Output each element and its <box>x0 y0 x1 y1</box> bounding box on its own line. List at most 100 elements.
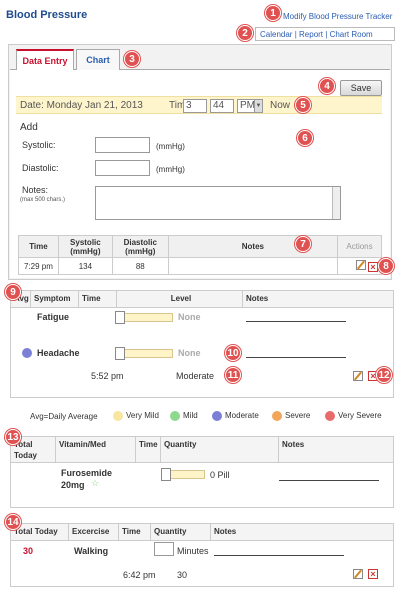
callout-badge-7: 7 <box>295 236 311 252</box>
edit-icon[interactable] <box>353 569 363 579</box>
col-symptom: Symptom <box>31 291 79 308</box>
headache-notes-field[interactable] <box>246 357 346 358</box>
tab-data-entry[interactable]: Data Entry <box>16 49 74 71</box>
callout-badge-12: 12 <box>376 367 392 383</box>
exercise-quantity-input[interactable] <box>154 542 174 556</box>
col-total-today: Total Today <box>11 524 69 541</box>
col-time: Time <box>136 437 161 463</box>
entry-systolic: 134 <box>57 257 113 275</box>
fatigue-notes-field[interactable] <box>246 321 346 322</box>
med-quantity-slider[interactable] <box>161 468 205 481</box>
systolic-input[interactable] <box>95 137 150 153</box>
entry-diastolic: 88 <box>111 257 169 275</box>
chart-room-link[interactable]: Chart Room <box>330 30 373 39</box>
top-nav: Calendar | Report | Chart Room <box>255 27 395 41</box>
nav-separator: | <box>325 30 328 39</box>
notes-textarea[interactable] <box>95 186 341 220</box>
col-time: Time <box>18 235 59 258</box>
delete-icon[interactable]: × <box>368 569 378 579</box>
now-link[interactable]: Now <box>270 100 290 111</box>
entry-notes <box>167 257 339 275</box>
meds-header-row: Total Today Vitamin/Med Time Quantity No… <box>11 437 393 463</box>
modify-tracker-link[interactable]: Modify Blood Pressure Tracker <box>283 12 392 21</box>
exercise-name: Walking <box>74 546 109 556</box>
callout-badge-3: 3 <box>124 51 140 67</box>
col-time: Time <box>119 524 151 541</box>
systolic-label: Systolic: <box>22 140 56 150</box>
col-notes: Notes <box>214 527 237 536</box>
symptom-headache: Headache <box>37 348 80 358</box>
col-quantity: Quantity <box>151 524 211 541</box>
legend-label: Very Severe <box>338 411 382 421</box>
exercise-unit: Minutes <box>177 546 209 556</box>
save-button[interactable]: Save <box>340 80 382 96</box>
headache-log-time: 5:52 pm <box>91 371 124 381</box>
med-quantity-text: 0 Pill <box>210 470 230 480</box>
callout-badge-11: 11 <box>225 367 241 383</box>
legend-mild: Mild <box>170 411 198 421</box>
symptom-fatigue: Fatigue <box>37 312 70 322</box>
delete-icon[interactable]: × <box>368 262 378 272</box>
avg-indicator-dot <box>22 348 32 358</box>
col-vitamin-med: Vitamin/Med <box>56 437 136 463</box>
slider-handle[interactable] <box>115 311 125 324</box>
legend-dot <box>212 411 222 421</box>
entry-actions: × <box>337 257 382 275</box>
exercise-total: 30 <box>23 546 34 556</box>
col-diastolic: Diastolic (mmHg) <box>111 235 169 258</box>
date-text: Date: Monday Jan 21, 2013 <box>20 100 143 111</box>
date-bar: Date: Monday Jan 21, 2013 Time: 3 44 PM … <box>16 96 382 114</box>
callout-badge-14: 14 <box>5 514 21 530</box>
legend-dot <box>325 411 335 421</box>
diastolic-input[interactable] <box>95 160 150 176</box>
legend-label: Mild <box>183 411 198 421</box>
tab-chart[interactable]: Chart <box>76 49 120 71</box>
add-heading: Add <box>20 122 38 133</box>
meds-section: Total Today Vitamin/Med Time Quantity No… <box>10 436 394 508</box>
col-quantity: Quantity <box>161 437 279 463</box>
callout-badge-13: 13 <box>5 429 21 445</box>
col-actions: Actions <box>337 235 382 258</box>
diastolic-label: Diastolic: <box>22 163 59 173</box>
callout-badge-6: 6 <box>297 130 313 146</box>
exercise-notes-field[interactable] <box>214 555 344 556</box>
app-title: Blood Pressure <box>6 9 88 21</box>
legend-dot <box>272 411 282 421</box>
scrollbar[interactable] <box>332 187 340 219</box>
col-time: Time <box>79 291 117 308</box>
col-systolic: Systolic (mmHg) <box>57 235 113 258</box>
minute-input[interactable]: 44 <box>210 99 234 113</box>
symptoms-header-row: Avg Symptom Time Level Notes <box>11 291 393 308</box>
col-exercise: Excercise <box>69 524 119 541</box>
callout-badge-10: 10 <box>225 345 241 361</box>
col-notes: Notes <box>282 440 305 449</box>
report-link[interactable]: Report <box>299 30 323 39</box>
slider-handle[interactable] <box>161 468 171 481</box>
headache-log-level: Moderate <box>176 371 215 381</box>
exercise-header-row: Total Today Excercise Time Quantity Note… <box>11 524 393 541</box>
ampm-select[interactable]: PM ▼ <box>237 99 263 113</box>
edit-icon[interactable] <box>353 371 363 381</box>
col-level: Level <box>117 291 243 308</box>
legend-moderate: Moderate <box>212 411 259 421</box>
col-notes: Notes <box>167 235 339 258</box>
slider-handle[interactable] <box>115 347 125 360</box>
calendar-link[interactable]: Calendar <box>260 30 292 39</box>
table-row: 7:29 pm 134 88 × <box>18 257 382 275</box>
med-notes-field[interactable] <box>279 480 379 481</box>
entry-time: 7:29 pm <box>18 257 59 275</box>
legend-label: Severe <box>285 411 311 421</box>
callout-badge-4: 4 <box>319 78 335 94</box>
edit-icon[interactable] <box>355 260 366 270</box>
exercise-log-time: 6:42 pm <box>123 570 156 580</box>
fatigue-level-slider[interactable] <box>115 311 173 324</box>
fatigue-level-text: None <box>178 312 201 322</box>
callout-badge-8: 8 <box>378 258 394 274</box>
entries-header-row: Time Systolic (mmHg) Diastolic (mmHg) No… <box>18 235 382 258</box>
callout-badge-5: 5 <box>295 97 311 113</box>
legend-label: Very Mild <box>126 411 159 421</box>
col-notes: Notes <box>246 294 269 303</box>
hour-input[interactable]: 3 <box>183 99 207 113</box>
legend-dot <box>113 411 123 421</box>
headache-level-slider[interactable] <box>115 347 173 360</box>
